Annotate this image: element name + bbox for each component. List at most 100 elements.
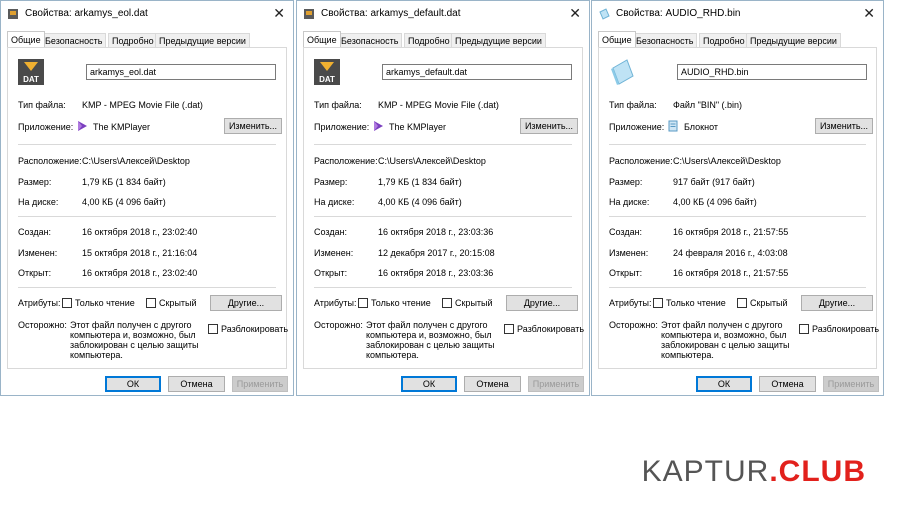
watermark-logo: KAPTUR.CLUB: [642, 455, 866, 489]
location-label: Расположение:: [314, 156, 378, 166]
close-icon[interactable]: ✕: [273, 5, 285, 21]
unblock-label: Разблокировать: [517, 324, 585, 334]
unblock-checkbox[interactable]: [799, 324, 809, 334]
title-bar: Свойства: arkamys_eol.dat ✕: [1, 1, 293, 27]
filename-field[interactable]: AUDIO_RHD.bin: [677, 64, 867, 80]
separator: [609, 287, 866, 288]
change-button[interactable]: Изменить...: [224, 118, 282, 134]
properties-window: Свойства: arkamys_default.dat ✕ Общие Бе…: [296, 0, 590, 396]
filename-field[interactable]: arkamys_eol.dat: [86, 64, 276, 80]
created-label: Создан:: [314, 227, 348, 237]
kmplayer-icon: [374, 121, 383, 131]
hidden-label: Скрытый: [750, 298, 788, 308]
window-title: Свойства: arkamys_default.dat: [321, 8, 461, 19]
tab-previous-versions[interactable]: Предыдущие версии: [451, 33, 546, 47]
modified-label: Изменен:: [18, 248, 58, 258]
hidden-checkbox[interactable]: [737, 298, 747, 308]
readonly-label: Только чтение: [666, 298, 726, 308]
caution-text-line: заблокирован с целью защиты: [661, 340, 790, 350]
tab-details[interactable]: Подробно: [699, 33, 749, 47]
readonly-checkbox[interactable]: [358, 298, 368, 308]
separator: [314, 144, 572, 145]
attributes-label: Атрибуты:: [314, 298, 357, 308]
properties-window: Свойства: AUDIO_RHD.bin ✕ Общие Безопасн…: [591, 0, 884, 396]
unblock-label: Разблокировать: [221, 324, 289, 334]
tab-security[interactable]: Безопасность: [41, 33, 107, 47]
general-panel: AUDIO_RHD.bin Тип файла: Файл "BIN" (.bi…: [598, 47, 879, 369]
location-label: Расположение:: [18, 156, 82, 166]
tab-security[interactable]: Безопасность: [632, 33, 698, 47]
close-icon[interactable]: ✕: [863, 5, 875, 21]
tab-security[interactable]: Безопасность: [337, 33, 403, 47]
ok-button[interactable]: ОК: [401, 376, 457, 392]
unblock-checkbox[interactable]: [208, 324, 218, 334]
size-label: Размер:: [314, 177, 348, 187]
change-button[interactable]: Изменить...: [815, 118, 873, 134]
caution-text-line: Этот файл получен с другого: [70, 320, 192, 330]
size-label: Размер:: [609, 177, 643, 187]
app-label: Приложение:: [314, 122, 370, 132]
tab-previous-versions[interactable]: Предыдущие версии: [746, 33, 841, 47]
created-value: 16 октября 2018 г., 23:03:36: [378, 227, 494, 237]
type-value: Файл "BIN" (.bin): [673, 100, 743, 110]
caution-text-line: заблокирован с целью защиты: [70, 340, 199, 350]
tab-details[interactable]: Подробно: [108, 33, 158, 47]
disk-label: На диске:: [609, 197, 650, 207]
caution-label: Осторожно:: [609, 320, 658, 330]
hidden-checkbox[interactable]: [146, 298, 156, 308]
cancel-button[interactable]: Отмена: [168, 376, 225, 392]
app-value: The KMPlayer: [93, 122, 151, 132]
tab-general[interactable]: Общие: [598, 31, 636, 47]
opened-label: Открыт:: [18, 268, 52, 278]
ok-button[interactable]: ОК: [105, 376, 161, 392]
apply-button[interactable]: Применить: [823, 376, 879, 392]
unblock-checkbox[interactable]: [504, 324, 514, 334]
apply-button[interactable]: Применить: [232, 376, 288, 392]
caution-text-line: компьютера.: [366, 350, 419, 360]
app-value: The KMPlayer: [389, 122, 447, 132]
tab-general[interactable]: Общие: [303, 31, 341, 47]
app-label: Приложение:: [18, 122, 74, 132]
apply-button[interactable]: Применить: [528, 376, 584, 392]
separator: [18, 144, 276, 145]
cancel-button[interactable]: Отмена: [759, 376, 816, 392]
other-attributes-button[interactable]: Другие...: [506, 295, 578, 311]
size-value: 1,79 КБ (1 834 байт): [82, 177, 166, 187]
svg-text:DAT: DAT: [23, 75, 39, 84]
attributes-label: Атрибуты:: [18, 298, 61, 308]
size-value: 917 байт (917 байт): [673, 177, 755, 187]
general-panel: DAT arkamys_default.dat Тип файла: KMP -…: [303, 47, 585, 369]
disk-value: 4,00 КБ (4 096 байт): [378, 197, 462, 207]
filename-field[interactable]: arkamys_default.dat: [382, 64, 572, 80]
other-attributes-button[interactable]: Другие...: [210, 295, 282, 311]
disk-label: На диске:: [314, 197, 355, 207]
readonly-checkbox[interactable]: [653, 298, 663, 308]
caution-text-line: Этот файл получен с другого: [366, 320, 488, 330]
attributes-label: Атрибуты:: [609, 298, 652, 308]
disk-label: На диске:: [18, 197, 59, 207]
tab-details[interactable]: Подробно: [404, 33, 454, 47]
file-icon: [599, 8, 610, 20]
caution-text-line: компьютера и, возможно, был: [70, 330, 196, 340]
tab-general[interactable]: Общие: [7, 31, 45, 47]
modified-label: Изменен:: [314, 248, 354, 258]
window-title: Свойства: arkamys_eol.dat: [25, 8, 148, 19]
separator: [18, 216, 276, 217]
separator: [314, 216, 572, 217]
modified-value: 12 декабря 2017 г., 20:15:08: [378, 248, 495, 258]
watermark-text: KAPTUR.CLUB: [641, 455, 866, 488]
type-value: KMP - MPEG Movie File (.dat): [378, 100, 499, 110]
kmplayer-icon: [78, 121, 87, 131]
ok-button[interactable]: ОК: [696, 376, 752, 392]
properties-window: Свойства: arkamys_eol.dat ✕ Общие Безопа…: [0, 0, 294, 396]
modified-value: 24 февраля 2016 г., 4:03:08: [673, 248, 788, 258]
change-button[interactable]: Изменить...: [520, 118, 578, 134]
cancel-button[interactable]: Отмена: [464, 376, 521, 392]
notepad-icon: [668, 120, 678, 132]
tab-previous-versions[interactable]: Предыдущие версии: [155, 33, 250, 47]
readonly-checkbox[interactable]: [62, 298, 72, 308]
other-attributes-button[interactable]: Другие...: [801, 295, 873, 311]
size-value: 1,79 КБ (1 834 байт): [378, 177, 462, 187]
hidden-checkbox[interactable]: [442, 298, 452, 308]
close-icon[interactable]: ✕: [569, 5, 581, 21]
